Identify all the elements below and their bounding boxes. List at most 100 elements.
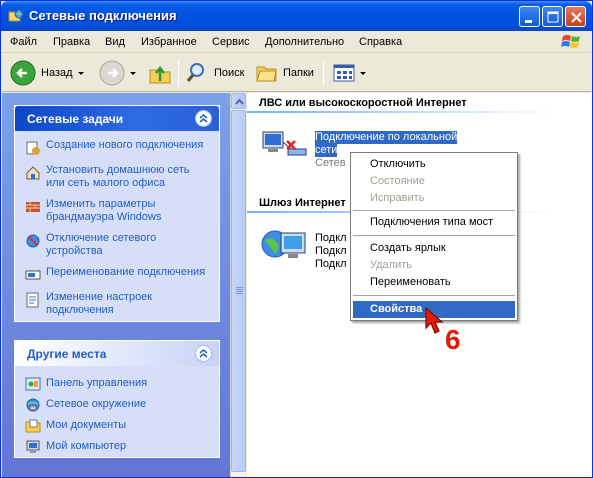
menu-item-delete[interactable]: Удалить	[353, 257, 515, 274]
toolbar-separator	[323, 60, 324, 86]
collapse-tasks-button[interactable]	[195, 110, 212, 127]
views-icon	[333, 64, 355, 82]
search-icon	[186, 63, 204, 82]
menu-edit[interactable]: Правка	[53, 36, 90, 48]
task-label: Изменить параметры брандмауэра Windows	[46, 198, 162, 223]
forward-dropdown-icon[interactable]	[130, 71, 136, 75]
menu-separator	[353, 210, 515, 211]
up-folder-icon	[149, 65, 171, 84]
place-network-places[interactable]: Сетевое окружение	[25, 396, 211, 412]
close-button[interactable]	[565, 6, 586, 27]
title-bar[interactable]: Сетевые подключения	[1, 1, 592, 31]
task-pane-scrollbar[interactable]	[230, 93, 246, 477]
menu-item-bridge[interactable]: Подключения типа мост	[353, 214, 515, 231]
back-button[interactable]: Назад	[10, 59, 84, 87]
home-network-icon	[26, 166, 40, 180]
menu-item-rename[interactable]: Переименовать	[353, 274, 515, 291]
menu-item-status[interactable]: Состояние	[353, 173, 515, 190]
menu-separator	[353, 295, 515, 296]
menu-bar: Файл Правка Вид Избранное Сервис Дополни…	[2, 31, 591, 53]
internet-gateway-icon[interactable]	[261, 226, 311, 270]
task-pane: Сетевые задачи Создание нового подключен…	[2, 93, 230, 477]
network-connections-window: Сетевые подключения Файл Правка Вид Избр…	[0, 0, 593, 478]
gateway-connection-name[interactable]: Подкл	[315, 232, 347, 245]
back-dropdown-icon[interactable]	[77, 71, 84, 75]
scroll-thumb[interactable]	[231, 110, 246, 472]
menu-tools[interactable]: Сервис	[212, 36, 250, 48]
minimize-button[interactable]	[519, 6, 540, 27]
minimize-icon	[525, 20, 532, 23]
menu-file[interactable]: Файл	[10, 36, 37, 48]
window-title: Сетевые подключения	[29, 8, 177, 23]
menu-advanced[interactable]: Дополнительно	[265, 36, 344, 48]
network-tasks-panel: Сетевые задачи Создание нового подключен…	[14, 105, 220, 322]
network-tasks-title: Сетевые задачи	[27, 112, 124, 126]
lan-connection-name[interactable]: Подключение по локальной	[315, 131, 458, 144]
task-rename-connection[interactable]: Переименование подключения	[25, 266, 211, 283]
forward-arrow-icon	[99, 60, 125, 86]
lan-connection-icon[interactable]	[261, 129, 311, 163]
task-home-network[interactable]: Установить домашнюю сеть или сеть малого…	[25, 164, 211, 190]
network-places-icon	[26, 398, 40, 411]
back-arrow-icon	[10, 60, 36, 86]
network-tasks-header[interactable]: Сетевые задачи	[15, 106, 219, 131]
new-connection-icon	[26, 141, 40, 155]
menu-help[interactable]: Справка	[359, 36, 402, 48]
chevron-up-double-icon	[199, 349, 208, 358]
menu-view[interactable]: Вид	[105, 36, 125, 48]
place-control-panel[interactable]: Панель управления	[25, 375, 211, 391]
gateway-connection-line3: Подкл	[315, 258, 347, 270]
menu-item-disconnect[interactable]: Отключить	[353, 156, 515, 173]
place-my-computer[interactable]: Мой компьютер	[25, 438, 211, 454]
task-firewall-settings[interactable]: Изменить параметры брандмауэра Windows	[25, 198, 211, 224]
network-tasks-list: Создание нового подключения Установить д…	[15, 131, 219, 333]
chevron-up-double-icon	[199, 114, 208, 123]
menu-separator	[353, 235, 515, 236]
other-places-panel: Другие места Панель управления Сетевое о…	[14, 340, 220, 458]
gateway-group-header: Шлюз Интернет	[259, 197, 346, 209]
views-button[interactable]	[333, 59, 366, 87]
collapse-places-button[interactable]	[195, 345, 212, 362]
search-label: Поиск	[214, 67, 245, 79]
lan-group-header: ЛВС или высокоскоростной Интернет	[259, 97, 467, 109]
menu-item-repair[interactable]: Исправить	[353, 190, 515, 207]
gateway-connection-line2: Подкл	[315, 245, 347, 257]
settings-icon	[26, 292, 39, 308]
place-label: Панель управления	[46, 377, 148, 389]
other-places-list: Панель управления Сетевое окружение Мои …	[15, 366, 219, 467]
forward-button[interactable]	[99, 59, 136, 87]
task-label: Изменение настроек подключения	[46, 291, 153, 316]
toolbar: Назад Поиск Папки	[2, 54, 591, 92]
back-label: Назад	[41, 67, 73, 79]
up-folder-button[interactable]	[148, 59, 172, 87]
lan-connection-status: Сетев	[315, 157, 346, 169]
task-label: Создание нового подключения	[46, 139, 204, 151]
scroll-up-button[interactable]	[231, 93, 246, 109]
menu-item-create-shortcut[interactable]: Создать ярлык	[353, 240, 515, 257]
task-change-settings[interactable]: Изменение настроек подключения	[25, 291, 211, 317]
task-create-connection[interactable]: Создание нового подключения	[25, 139, 211, 156]
toolbar-separator	[178, 60, 179, 86]
windows-logo-icon	[561, 35, 580, 48]
lan-connection-name-line2[interactable]: сети	[315, 144, 338, 157]
menu-favorites[interactable]: Избранное	[141, 36, 197, 48]
task-disable-device[interactable]: Отключение сетевого устройства	[25, 232, 211, 258]
folders-icon	[256, 66, 277, 82]
my-computer-icon	[26, 440, 40, 453]
maximize-icon	[547, 11, 559, 23]
close-icon	[571, 12, 582, 23]
disable-device-icon	[26, 234, 40, 248]
other-places-header[interactable]: Другие места	[15, 341, 219, 366]
chevron-up-icon	[235, 98, 244, 105]
folders-button[interactable]: Папки	[255, 59, 314, 87]
task-label: Отключение сетевого устройства	[46, 232, 157, 257]
place-label: Мои документы	[46, 419, 127, 431]
firewall-icon	[26, 202, 40, 212]
context-menu: Отключить Состояние Исправить Подключени…	[350, 152, 518, 321]
lan-group-divider	[247, 111, 557, 113]
views-dropdown-icon[interactable]	[360, 71, 366, 75]
place-label: Сетевое окружение	[46, 398, 147, 410]
maximize-button[interactable]	[542, 6, 563, 27]
place-my-documents[interactable]: Мои документы	[25, 417, 211, 433]
search-button[interactable]: Поиск	[186, 59, 244, 87]
